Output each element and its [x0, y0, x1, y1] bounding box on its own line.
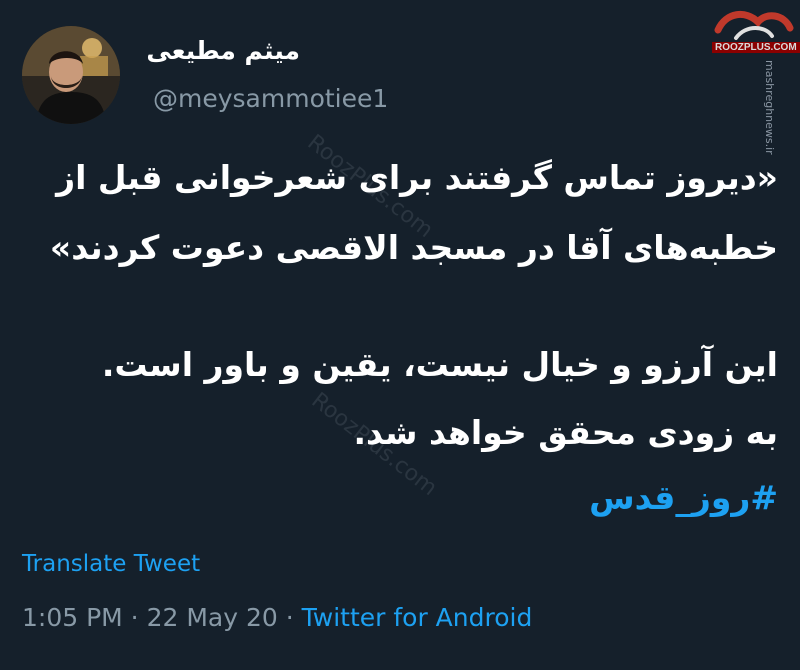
tweet-text-line: به زودی محقق خواهد شد.: [353, 413, 778, 452]
tweet-card: میثم مطیعی @meysammotiee1 ROOZPLUS.COM m…: [0, 0, 800, 670]
author-handle[interactable]: @meysammotiee1: [153, 84, 388, 113]
avatar[interactable]: [22, 26, 120, 124]
translate-tweet-link[interactable]: Translate Tweet: [22, 551, 200, 577]
author-display-name[interactable]: میثم مطیعی: [146, 36, 300, 65]
hashtag-line: #روز_قدس: [22, 478, 778, 518]
tweet-text-line: خطبه‌های آقا در مسجد الاقصی دعوت کردند»: [49, 228, 778, 267]
tweet-text-line: «دیروز تماس گرفتند برای شعرخوانی قبل از: [56, 158, 778, 197]
side-watermark: mashreghnews.ir: [763, 60, 776, 155]
avatar-photo: [22, 26, 120, 124]
separator: ·: [277, 603, 302, 632]
separator: ·: [122, 603, 147, 632]
tweet-metadata: 1:05 PM · 22 May 20 · Twitter for Androi…: [22, 603, 532, 632]
tweet-text-line: این آرزو و خیال نیست، یقین و باور است.: [101, 345, 778, 384]
tweet-time[interactable]: 1:05 PM: [22, 603, 123, 632]
tweet-source-link[interactable]: Twitter for Android: [302, 603, 533, 632]
tweet-date[interactable]: 22 May 20: [147, 603, 278, 632]
roozplus-logo-text: ROOZPLUS.COM: [712, 42, 800, 53]
hashtag-link[interactable]: #روز_قدس: [589, 478, 778, 517]
